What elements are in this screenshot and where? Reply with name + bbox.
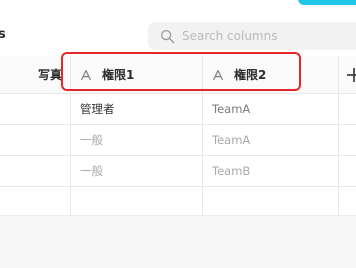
table-cell[interactable] bbox=[0, 94, 71, 124]
table-cell[interactable]: TeamB bbox=[203, 156, 339, 186]
table-cell[interactable] bbox=[0, 125, 71, 155]
table-row[interactable]: 一般 TeamA bbox=[0, 125, 356, 156]
table-cell[interactable] bbox=[71, 187, 203, 216]
view-title: s bbox=[0, 27, 6, 42]
table-cell[interactable]: 一般 bbox=[71, 156, 203, 186]
table-row[interactable]: 一般 TeamB bbox=[0, 156, 356, 187]
highlight-box bbox=[61, 52, 301, 91]
table-cell[interactable] bbox=[0, 156, 71, 186]
empty-row[interactable] bbox=[0, 187, 356, 217]
table-cell[interactable] bbox=[203, 187, 339, 216]
accent-button[interactable] bbox=[298, 0, 356, 5]
search-box[interactable] bbox=[148, 22, 356, 50]
table-cell[interactable]: TeamA bbox=[203, 94, 339, 124]
spreadsheet-view: s 写真 権限1 権限2 bbox=[0, 0, 356, 268]
search-icon bbox=[160, 29, 175, 43]
table-cell[interactable]: TeamA bbox=[203, 125, 339, 155]
search-input[interactable] bbox=[182, 29, 342, 43]
column-header-label: 写真 bbox=[37, 68, 62, 82]
footer-area bbox=[0, 215, 356, 268]
table-cell[interactable]: 管理者 bbox=[71, 94, 203, 124]
add-column-icon[interactable] bbox=[344, 65, 356, 85]
table-cell[interactable]: 一般 bbox=[71, 125, 203, 155]
table-cell[interactable] bbox=[0, 187, 71, 216]
table-row[interactable]: 管理者 TeamA bbox=[0, 94, 356, 125]
